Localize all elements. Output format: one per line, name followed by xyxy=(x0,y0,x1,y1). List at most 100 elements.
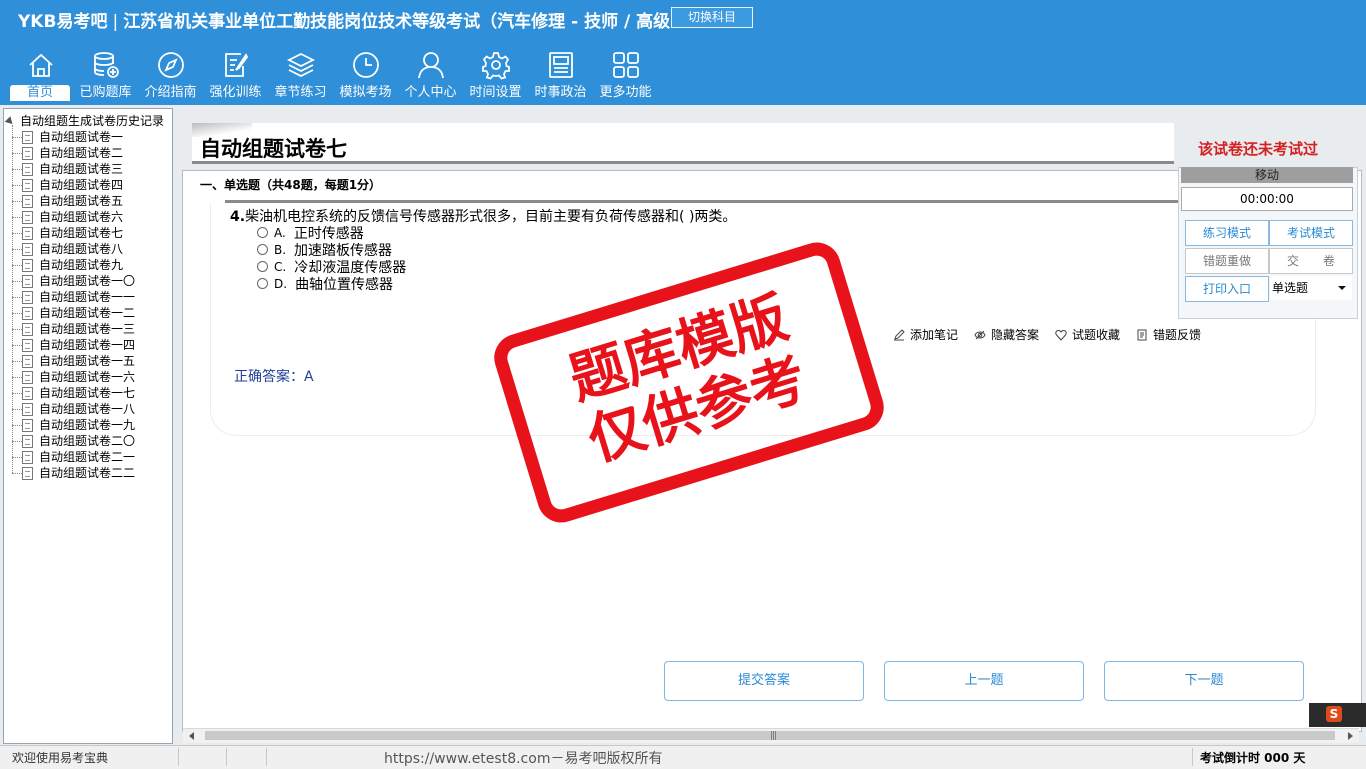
document-icon xyxy=(22,435,33,448)
home-icon xyxy=(29,53,53,77)
option-d[interactable]: D. 曲轴位置传感器 xyxy=(257,275,393,293)
tree-item[interactable]: 自动组题试卷八 xyxy=(12,241,123,257)
tree-item[interactable]: 自动组题试卷一七 xyxy=(12,385,135,401)
tree-item[interactable]: 自动组题试卷二 xyxy=(12,145,123,161)
exam-mode-button[interactable]: 考试模式 xyxy=(1269,220,1353,246)
tree-item[interactable]: 自动组题试卷三 xyxy=(12,161,123,177)
nav-label: 已购题库 xyxy=(79,85,132,100)
option-a[interactable]: A. 正时传感器 xyxy=(257,224,364,242)
scroll-right-icon[interactable] xyxy=(1348,732,1353,740)
pencil-icon xyxy=(894,328,905,340)
section-header: 一、单选题（共48题，每题1分） xyxy=(200,178,382,192)
add-note-button[interactable]: 添加笔记 xyxy=(893,326,958,343)
title-divider xyxy=(192,161,1174,164)
nav-label: 个人中心 xyxy=(404,85,457,100)
correct-answer: 正确答案：A xyxy=(234,369,314,385)
tree-item[interactable]: 自动组题试卷一六 xyxy=(12,369,135,385)
tree-item[interactable]: 自动组题试卷一一 xyxy=(12,289,135,305)
submit-answer-button[interactable]: 提交答案 xyxy=(664,661,864,701)
tree-item[interactable]: 自动组题试卷二〇 xyxy=(12,433,135,449)
clock-icon xyxy=(353,52,379,78)
document-icon xyxy=(22,275,33,288)
tree-item[interactable]: 自动组题试卷一九 xyxy=(12,417,135,433)
document-icon xyxy=(22,339,33,352)
scroll-left-icon[interactable] xyxy=(189,732,194,740)
nav-more[interactable]: 更多功能 xyxy=(593,48,658,105)
tree-item[interactable]: 自动组题试卷一八 xyxy=(12,401,135,417)
nav-politics[interactable]: 时事政治 xyxy=(528,48,593,105)
tree-item[interactable]: 自动组题试卷七 xyxy=(12,225,123,241)
tree-item[interactable]: 自动组题试卷一三 xyxy=(12,321,135,337)
grid-icon xyxy=(613,52,639,78)
document-icon xyxy=(22,451,33,464)
print-button[interactable]: 打印入口 xyxy=(1185,276,1269,302)
question-type-select[interactable]: 单选题 xyxy=(1270,276,1352,300)
previous-question-button[interactable]: 上一题 xyxy=(884,661,1084,701)
radio-button[interactable] xyxy=(257,278,268,289)
welcome-text: 欢迎使用易考宝典 xyxy=(12,751,109,765)
tree-item[interactable]: 自动组题试卷一四 xyxy=(12,337,135,353)
tree-item[interactable]: 自动组题试卷二二 xyxy=(12,465,135,481)
radio-button[interactable] xyxy=(257,227,268,238)
question-number: 4. xyxy=(230,209,246,225)
document-icon xyxy=(22,195,33,208)
hand-in-button[interactable]: 交 卷 xyxy=(1269,248,1353,274)
eye-icon xyxy=(974,330,986,339)
report-error-button[interactable]: 错题反馈 xyxy=(1136,326,1201,343)
redo-wrong-button[interactable]: 错题重做 xyxy=(1185,248,1269,274)
option-b[interactable]: B. 加速踏板传感器 xyxy=(257,241,392,259)
timer-display: 00:00:00 xyxy=(1181,187,1353,211)
hide-answer-button[interactable]: 隐藏答案 xyxy=(974,326,1039,343)
radio-button[interactable] xyxy=(257,261,268,272)
horizontal-scrollbar[interactable]: ||| xyxy=(183,728,1359,743)
ime-toolbar[interactable]: S xyxy=(1309,703,1366,727)
exam-title: 自动组题试卷七 xyxy=(200,137,347,161)
radio-button[interactable] xyxy=(257,244,268,255)
practice-mode-button[interactable]: 练习模式 xyxy=(1185,220,1269,246)
tree-item[interactable]: 自动组题试卷一二 xyxy=(12,305,135,321)
document-icon xyxy=(22,419,33,432)
nav-label: 首页 xyxy=(10,85,70,101)
next-question-button[interactable]: 下一题 xyxy=(1104,661,1304,701)
nav-label: 介绍指南 xyxy=(144,85,197,100)
nav-purchased[interactable]: 已购题库 xyxy=(73,48,138,105)
document-icon xyxy=(22,323,33,336)
countdown-text: 考试倒计时 000 天 xyxy=(1200,751,1306,765)
nav-training[interactable]: 强化训练 xyxy=(203,48,268,105)
tree-item[interactable]: 自动组题试卷一〇 xyxy=(12,273,135,289)
copyright-text: https://www.etest8.com－易考吧版权所有 xyxy=(384,751,663,767)
document-icon xyxy=(22,243,33,256)
switch-subject-button[interactable]: 切换科目 xyxy=(671,7,753,28)
ime-icon[interactable]: S xyxy=(1326,706,1342,722)
nav-label: 更多功能 xyxy=(599,85,652,100)
nav-profile[interactable]: 个人中心 xyxy=(398,48,463,105)
favorite-button[interactable]: 试题收藏 xyxy=(1055,326,1120,343)
nav-home[interactable]: 首页 xyxy=(8,48,73,105)
tree-item[interactable]: 自动组题试卷六 xyxy=(12,209,123,225)
option-c[interactable]: C. 冷却液温度传感器 xyxy=(257,258,406,276)
tree-item[interactable]: 自动组题试卷四 xyxy=(12,177,123,193)
move-handle[interactable]: 移动 xyxy=(1181,167,1353,183)
tree-item[interactable]: 自动组题试卷一 xyxy=(12,129,123,145)
nav-chapter[interactable]: 章节练习 xyxy=(268,48,333,105)
answer-value: A xyxy=(304,369,314,385)
tree-item[interactable]: 自动组题试卷一五 xyxy=(12,353,135,369)
tree-item[interactable]: 自动组题试卷五 xyxy=(12,193,123,209)
database-icon xyxy=(94,52,119,78)
document-icon xyxy=(22,259,33,272)
layers-icon xyxy=(286,52,316,78)
nav-mock-exam[interactable]: 模拟考场 xyxy=(333,48,398,105)
nav-time-settings[interactable]: 时间设置 xyxy=(463,48,528,105)
document-icon xyxy=(22,403,33,416)
expand-icon[interactable] xyxy=(4,116,16,127)
tree-item[interactable]: 自动组题试卷二一 xyxy=(12,449,135,465)
tree-root[interactable]: 自动组题生成试卷历史记录 xyxy=(4,112,164,129)
document-icon xyxy=(22,291,33,304)
nav-guide[interactable]: 介绍指南 xyxy=(138,48,203,105)
document-icon xyxy=(22,179,33,192)
document-icon xyxy=(22,467,33,480)
status-bar: 欢迎使用易考宝典 https://www.etest8.com－易考吧版权所有 … xyxy=(0,745,1366,769)
compass-icon xyxy=(158,52,184,78)
tree-item[interactable]: 自动组题试卷九 xyxy=(12,257,123,273)
question-tools: 添加笔记 隐藏答案 试题收藏 错题反馈 xyxy=(893,326,1217,343)
